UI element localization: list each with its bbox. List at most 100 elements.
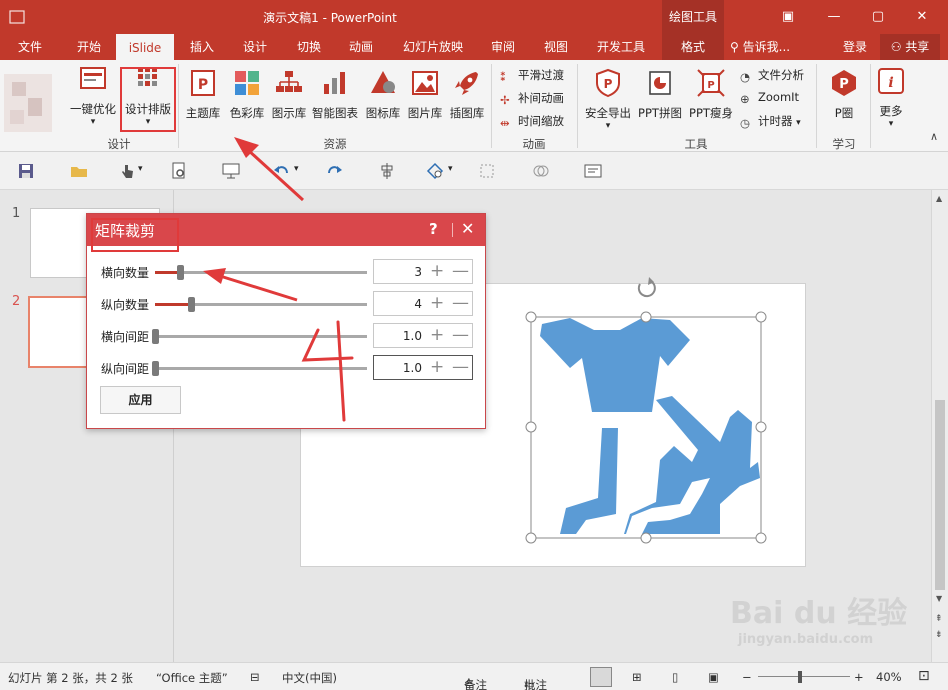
redo-icon[interactable] (326, 162, 344, 180)
time-scale-button[interactable]: ⇹ 时间缩放 (500, 113, 564, 130)
zoom-slider-handle[interactable] (798, 671, 802, 683)
scroll-up-icon[interactable]: ▲ (936, 194, 942, 203)
zoom-in-icon[interactable]: + (854, 670, 864, 684)
zoomit-button[interactable]: ⊕ ZoomIt (740, 90, 799, 106)
tab-home[interactable]: 开始 (66, 34, 112, 60)
slider-handle[interactable] (152, 329, 159, 344)
language-status[interactable]: 中文(中国) (282, 670, 337, 686)
plus-icon[interactable]: + (430, 326, 444, 344)
tab-format[interactable]: 格式 (662, 34, 724, 60)
zoom-out-icon[interactable]: − (742, 670, 752, 684)
resize-handle[interactable] (755, 311, 767, 323)
reading-view-icon[interactable]: ▯ (672, 670, 678, 684)
color-library-button[interactable]: 色彩库 (226, 68, 268, 121)
shapes-icon[interactable] (426, 162, 444, 180)
horizontal-spacing-slider[interactable] (152, 329, 367, 344)
collapse-ribbon-icon[interactable]: ∧ (930, 130, 938, 143)
share-button[interactable]: ⚇ 共享 (880, 34, 940, 60)
undo-icon[interactable] (272, 162, 290, 180)
ppt-slim-button[interactable]: P PPT瘦身 (686, 68, 736, 121)
open-folder-icon[interactable] (70, 162, 88, 180)
timer-button[interactable]: ◷ 计时器 ▾ (740, 113, 801, 130)
apply-button[interactable]: 应用 (100, 386, 181, 414)
zoom-level[interactable]: 40% (876, 670, 902, 684)
touch-mode-icon[interactable] (118, 162, 136, 180)
help-icon[interactable]: ? (429, 220, 438, 238)
horizontal-count-input[interactable]: 3 + — (373, 259, 473, 284)
presenter-icon[interactable] (222, 162, 240, 180)
ppt-puzzle-button[interactable]: PPT拼图 (634, 68, 686, 121)
fit-to-window-icon[interactable]: ⊡ (918, 668, 930, 684)
vertical-scrollbar[interactable]: ▲ ▼ ⇞ ⇟ (931, 190, 948, 662)
slideshow-view-icon[interactable]: ▣ (708, 670, 719, 684)
vertical-count-slider[interactable] (155, 297, 367, 312)
safe-export-button[interactable]: P 安全导出 ▾ (582, 68, 634, 131)
dialog-close-icon[interactable]: ✕ (461, 219, 474, 238)
horizontal-spacing-input[interactable]: 1.0 + — (373, 323, 473, 348)
scroll-down-icon[interactable]: ▼ (936, 594, 942, 603)
horizontal-count-slider[interactable] (155, 265, 367, 280)
illustration-library-button[interactable]: 插图库 (446, 68, 488, 121)
smart-chart-button[interactable]: 智能图表 (310, 68, 360, 121)
p-circle-button[interactable]: P P圈 (822, 68, 866, 121)
save-icon[interactable] (17, 162, 35, 180)
dog-shape-selection[interactable] (520, 272, 772, 548)
ribbon-display-options-icon[interactable]: ▣ (774, 6, 802, 28)
scrollbar-thumb[interactable] (935, 400, 945, 590)
resize-handle[interactable] (755, 532, 767, 544)
resize-handle[interactable] (640, 532, 652, 544)
chevron-down-icon[interactable]: ▾ (138, 164, 143, 174)
tab-review[interactable]: 审阅 (480, 34, 526, 60)
print-preview-icon[interactable] (170, 162, 188, 180)
minus-icon[interactable]: — (452, 358, 469, 376)
spellcheck-icon[interactable]: ⊟ (250, 670, 260, 684)
icon-library-button[interactable]: 图标库 (362, 68, 404, 121)
theme-library-button[interactable]: P 主题库 (182, 68, 224, 121)
dog-shape[interactable] (540, 318, 760, 534)
resize-handle[interactable] (525, 532, 537, 544)
chevron-down-icon[interactable]: ▾ (294, 164, 299, 174)
resize-handle[interactable] (640, 311, 652, 323)
tab-islide[interactable]: iSlide (116, 34, 174, 60)
tell-me-box[interactable]: ⚲ 告诉我... (730, 34, 806, 60)
plus-icon[interactable]: + (430, 294, 444, 312)
normal-view-icon[interactable] (590, 667, 612, 687)
zoom-slider[interactable] (758, 676, 850, 677)
vertical-spacing-input[interactable]: 1.0 + — (373, 355, 473, 380)
vertical-count-input[interactable]: 4 + — (373, 291, 473, 316)
align-center-icon[interactable] (378, 162, 396, 180)
one-click-optimize-button[interactable]: 一键优化 ▾ (66, 64, 120, 127)
plus-icon[interactable]: + (430, 358, 444, 376)
signin-link[interactable]: 登录 (838, 34, 872, 60)
minus-icon[interactable]: — (452, 294, 469, 312)
tab-view[interactable]: 视图 (534, 34, 578, 60)
slide-sorter-view-icon[interactable]: ⊞ (632, 670, 642, 684)
minus-icon[interactable]: — (452, 326, 469, 344)
more-button[interactable]: i 更多 ▾ (874, 66, 908, 129)
minus-icon[interactable]: — (452, 262, 469, 280)
smooth-transition-button[interactable]: ⁑ 平滑过渡 (500, 67, 564, 84)
close-button[interactable]: ✕ (908, 6, 936, 28)
rotate-handle-icon[interactable] (637, 277, 656, 298)
previous-slide-icon[interactable]: ⇞ (935, 614, 943, 624)
resize-handle[interactable] (525, 311, 537, 323)
slider-handle[interactable] (188, 297, 196, 312)
tab-design[interactable]: 设计 (232, 34, 278, 60)
resize-handle[interactable] (755, 421, 767, 433)
textbox-icon[interactable] (584, 162, 602, 180)
slider-handle[interactable] (152, 361, 159, 376)
tab-slideshow[interactable]: 幻灯片放映 (396, 34, 470, 60)
plus-icon[interactable]: + (430, 262, 444, 280)
minimize-button[interactable]: — (820, 6, 848, 28)
tab-developer[interactable]: 开发工具 (590, 34, 652, 60)
vertical-spacing-slider[interactable] (152, 361, 367, 376)
tab-insert[interactable]: 插入 (180, 34, 224, 60)
chevron-down-icon[interactable]: ▾ (448, 164, 453, 174)
tab-animations[interactable]: 动画 (338, 34, 384, 60)
tab-file[interactable]: 文件 (8, 34, 52, 60)
tab-transitions[interactable]: 切换 (286, 34, 332, 60)
resize-handle[interactable] (525, 421, 537, 433)
restore-button[interactable]: ▢ (864, 6, 892, 28)
crop-selection-icon[interactable] (478, 162, 496, 180)
slider-handle[interactable] (177, 265, 185, 280)
